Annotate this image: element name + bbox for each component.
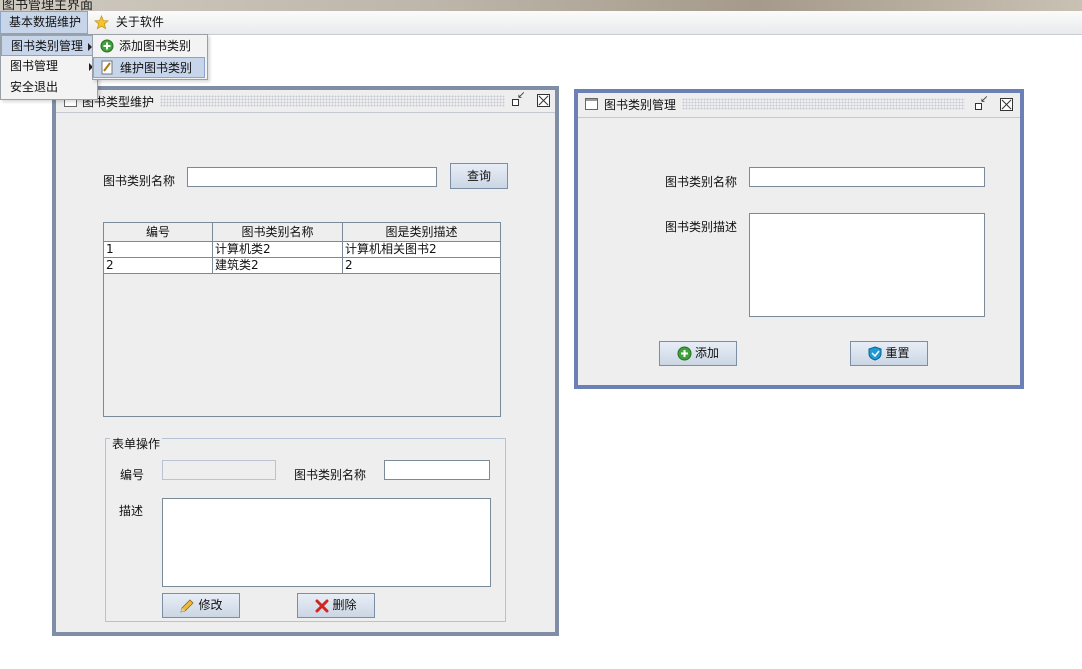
delete-button-label: 删除 [332,598,357,612]
reset-button[interactable]: 重置 [850,341,928,366]
menu-basic-data[interactable]: 基本数据维护 [0,11,89,34]
reset-shield-icon [868,346,882,361]
menu-item-book-manage[interactable]: 图书管理 [1,56,97,77]
form-group-title: 表单操作 [110,435,163,452]
category-add-frame: 图书类别管理 图书类别名称 图书类别描述 添加 重置 [574,89,1024,389]
menu-item-category-manage[interactable]: 图书类别管理 [1,35,97,56]
close-icon[interactable] [1000,98,1013,111]
form-name-field[interactable] [384,460,490,480]
cell-desc: 2 [343,258,500,274]
menu-item-category-manage-label: 图书类别管理 [11,39,84,53]
search-input[interactable] [187,167,437,187]
submenu-item-add-category[interactable]: 添加图书类别 [93,36,205,57]
column-header-name[interactable]: 图书类别名称 [213,223,343,242]
category-submenu: 添加图书类别 维护图书类别 [92,34,208,80]
delete-button[interactable]: 删除 [297,593,375,618]
edit-button-label: 修改 [198,598,223,612]
menu-about-label: 关于软件 [115,15,164,29]
maintain-frame-titlebar[interactable]: 图书类型维护 [56,90,555,113]
table-row[interactable]: 1 计算机类2 计算机相关图书2 [104,242,500,258]
query-button[interactable]: 查询 [450,163,508,189]
window-icon [585,98,598,110]
edit-document-icon [101,60,113,75]
form-desc-label: 描述 [119,504,144,518]
add-button-label: 添加 [694,346,719,360]
menu-item-book-manage-label: 图书管理 [10,59,59,73]
restore-icon[interactable] [511,90,525,107]
window-title-strip: 图书管理主界面 [0,0,1082,11]
pencil-icon [180,598,195,613]
menu-about[interactable]: 关于软件 [86,11,170,33]
category-maintain-frame: 图书类型维护 图书类别名称 查询 编号 图书类别名称 图是类别描述 1 计算机类… [52,86,559,636]
titlebar-texture [682,98,965,110]
add-frame-titlebar[interactable]: 图书类别管理 [578,93,1020,118]
basic-data-dropdown: 图书类别管理 图书管理 安全退出 [0,34,98,100]
add-frame-title: 图书类别管理 [604,98,677,112]
add-name-field[interactable] [749,167,985,187]
form-desc-textarea[interactable] [162,498,491,587]
titlebar-texture [160,95,505,107]
search-label: 图书类别名称 [103,174,176,188]
edit-button[interactable]: 修改 [162,593,240,618]
menu-item-exit-label: 安全退出 [10,80,59,94]
add-desc-label: 图书类别描述 [665,220,738,234]
reset-button-label: 重置 [885,346,910,360]
cell-desc: 计算机相关图书2 [343,242,500,258]
submenu-item-maintain-category[interactable]: 维护图书类别 [93,57,205,78]
add-plus-icon [100,39,114,53]
cell-id: 2 [104,258,213,274]
window-title: 图书管理主界面 [2,0,94,11]
table-row[interactable]: 2 建筑类2 2 [104,258,500,274]
column-header-desc[interactable]: 图是类别描述 [343,223,500,242]
submenu-item-maintain-label: 维护图书类别 [120,61,193,75]
submenu-item-add-label: 添加图书类别 [119,39,192,53]
column-header-id[interactable]: 编号 [104,223,213,242]
restore-icon[interactable] [974,94,988,111]
form-name-label: 图书类别名称 [294,468,367,482]
add-desc-textarea[interactable] [749,213,985,317]
star-icon [94,15,109,30]
close-icon[interactable] [537,94,550,107]
form-id-field [162,460,276,480]
cell-name: 计算机类2 [213,242,343,258]
delete-x-icon [315,599,329,612]
cell-id: 1 [104,242,213,258]
cell-name: 建筑类2 [213,258,343,274]
menu-item-exit[interactable]: 安全退出 [1,77,97,98]
add-button[interactable]: 添加 [659,341,737,366]
add-plus-icon [677,346,692,361]
form-id-label: 编号 [120,468,145,482]
menu-basic-data-label: 基本数据维护 [9,15,82,29]
category-table: 编号 图书类别名称 图是类别描述 1 计算机类2 计算机相关图书2 2 建筑类2… [103,222,501,417]
add-name-label: 图书类别名称 [665,175,738,189]
